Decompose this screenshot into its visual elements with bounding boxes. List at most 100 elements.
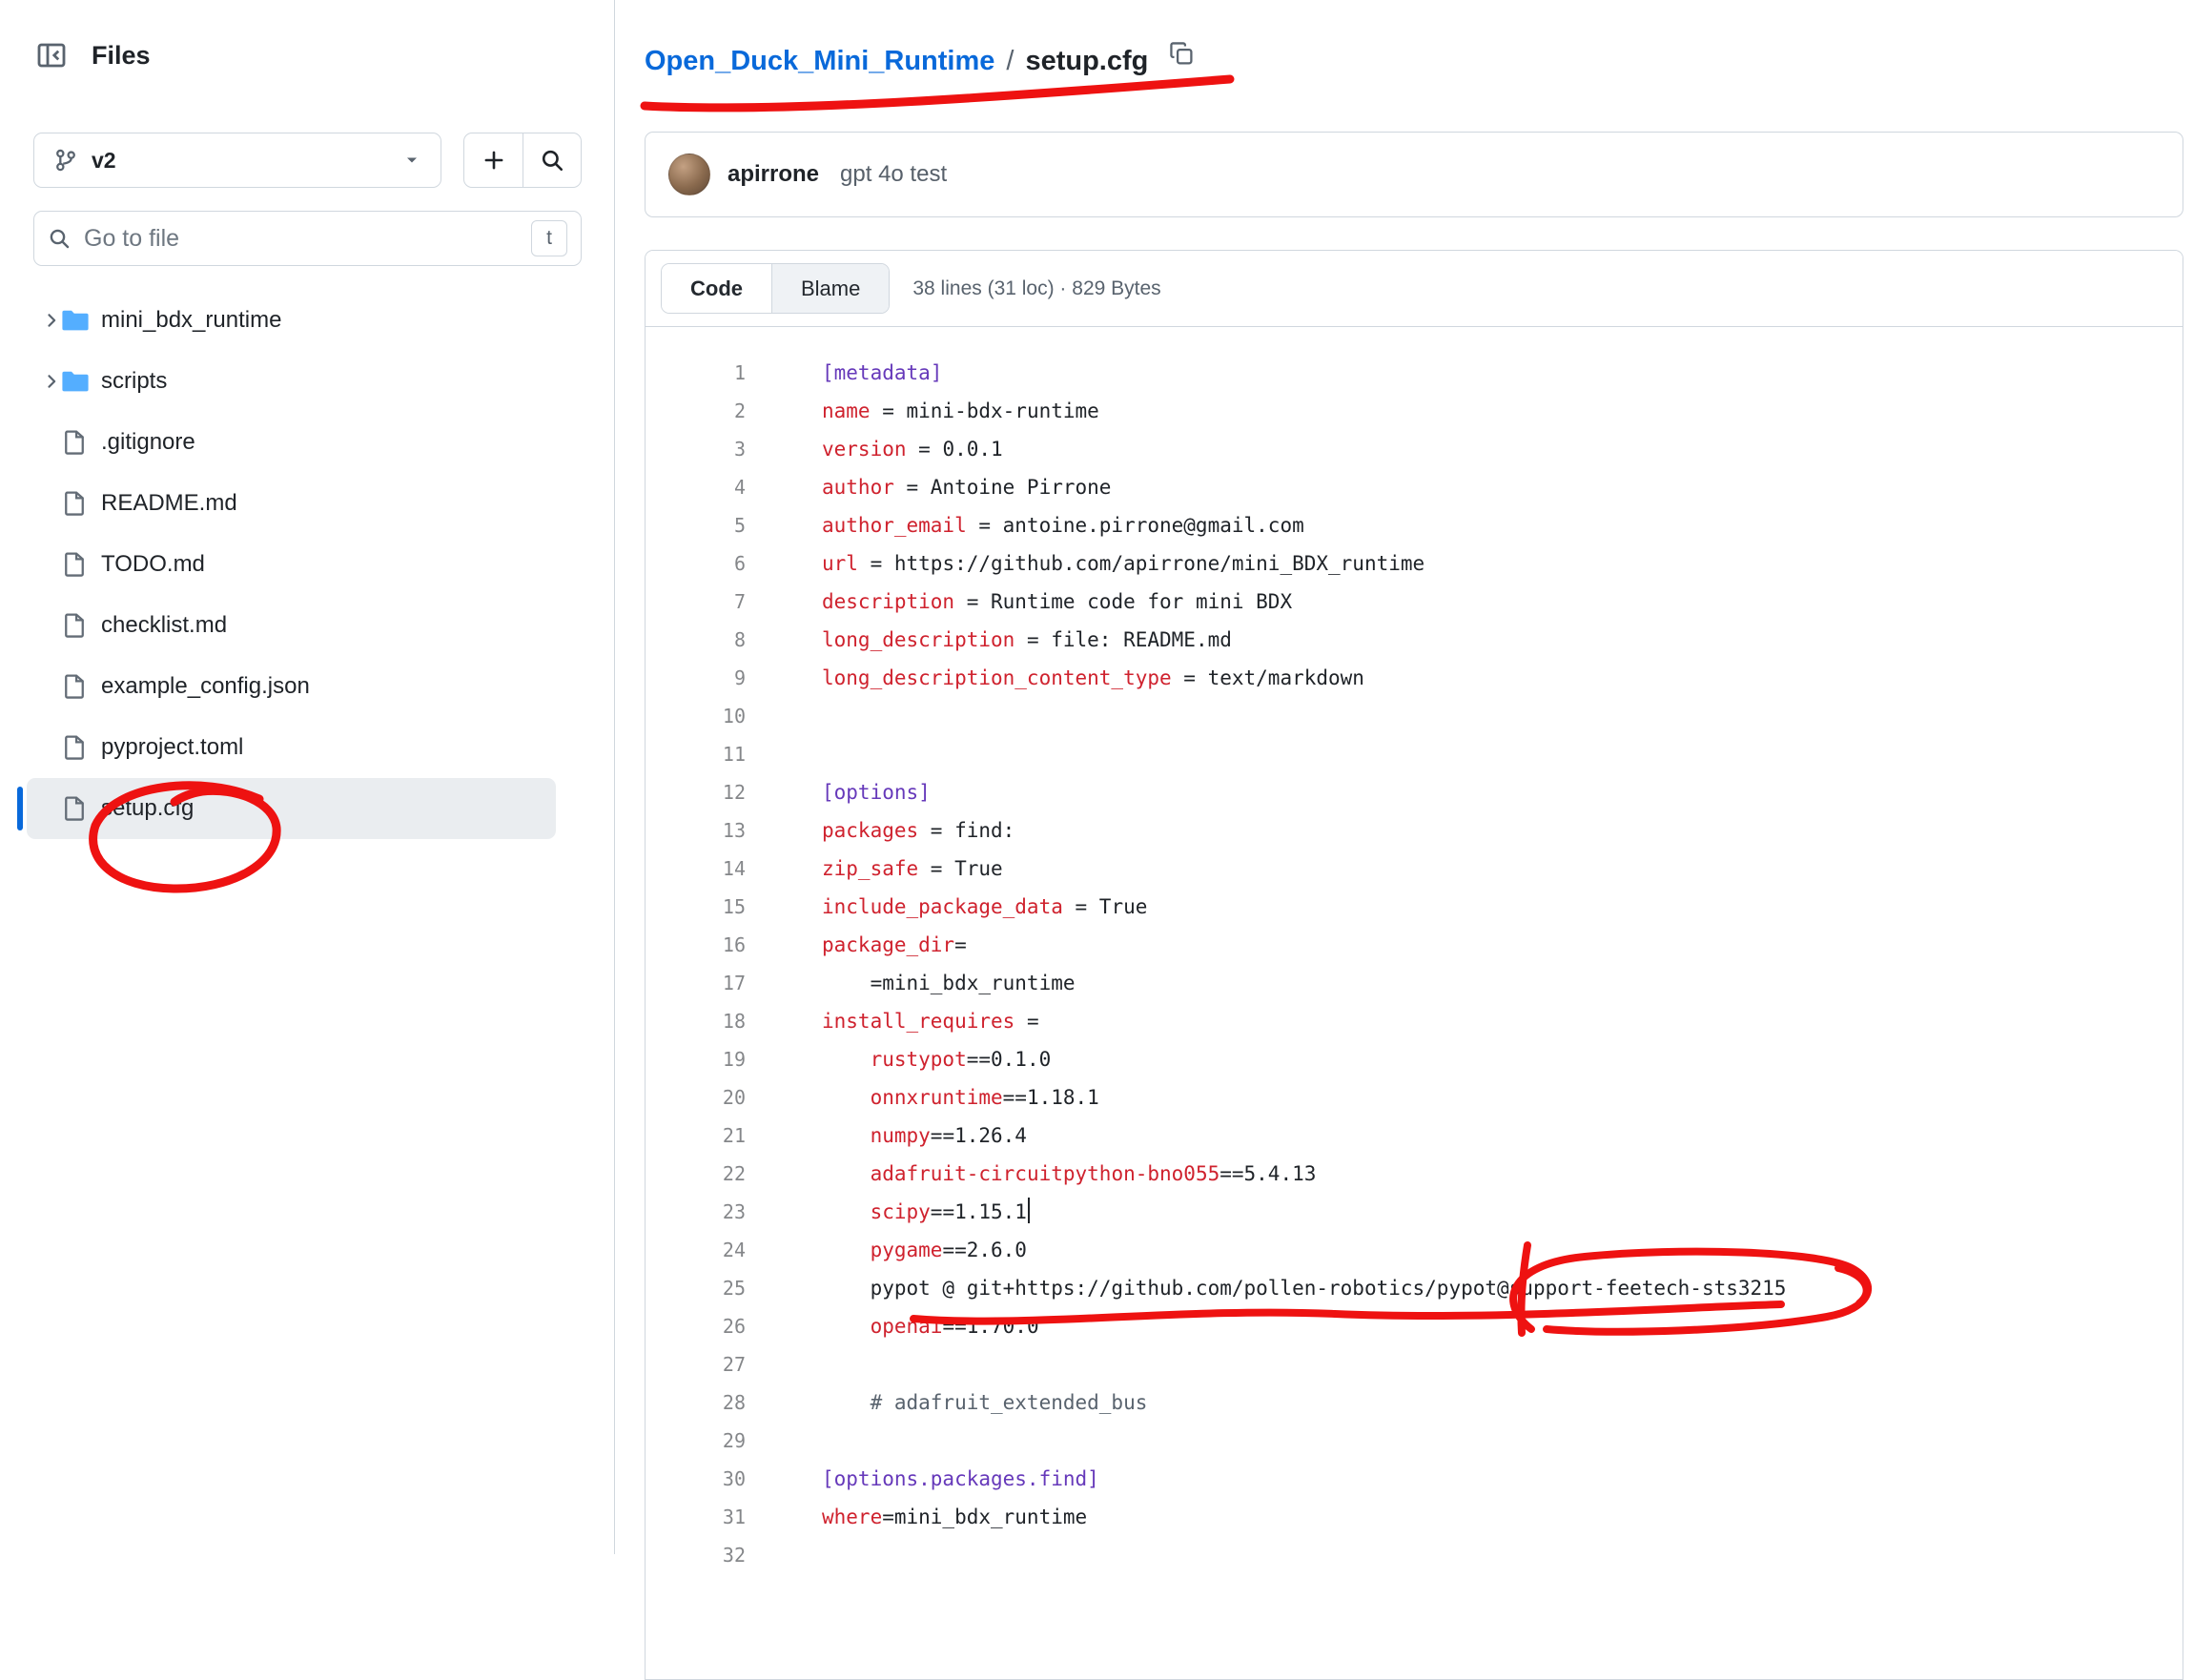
code-line-8: 8long_description = file: README.md [646,621,2183,659]
tree-item-label: setup.cfg [101,795,194,822]
code-line-25: 25 pypot @ git+https://github.com/pollen… [646,1269,2183,1307]
line-number[interactable]: 24 [646,1231,746,1269]
search-tree-button[interactable] [523,133,581,187]
line-number[interactable]: 4 [646,468,746,506]
line-content: openai==1.70.0 [746,1307,1039,1345]
line-number[interactable]: 18 [646,1002,746,1040]
tree-item-pyproject-toml[interactable]: pyproject.toml [27,717,556,778]
sidebar-header: Files [29,32,151,78]
commit-author[interactable]: apirrone [728,161,819,188]
line-number[interactable]: 5 [646,506,746,544]
avatar[interactable] [668,154,710,195]
tree-action-buttons [463,133,582,188]
line-number[interactable]: 8 [646,621,746,659]
latest-commit-bar: apirrone gpt 4o test [645,132,2183,217]
file-content-header: CodeBlame 38 lines (31 loc) · 829 Bytes [646,251,2183,327]
tree-item-scripts[interactable]: scripts [27,351,556,412]
line-number[interactable]: 29 [646,1422,746,1460]
line-number[interactable]: 9 [646,659,746,697]
line-content: pypot @ git+https://github.com/pollen-ro… [746,1269,1786,1307]
code-line-6: 6url = https://github.com/apirrone/mini_… [646,544,2183,583]
line-content: version = 0.0.1 [746,430,1003,468]
branch-name: v2 [92,148,116,174]
tree-item-label: .gitignore [101,429,195,456]
tree-item-label: README.md [101,490,237,517]
line-number[interactable]: 23 [646,1193,746,1231]
line-number[interactable]: 30 [646,1460,746,1498]
tree-item-readme-md[interactable]: README.md [27,473,556,534]
folder-icon [61,306,101,335]
line-number[interactable]: 1 [646,354,746,392]
branch-row: v2 [33,133,582,188]
go-to-file-box: t [33,211,582,266]
collapse-sidebar-button[interactable] [29,32,74,78]
line-number[interactable]: 27 [646,1345,746,1383]
line-number[interactable]: 22 [646,1155,746,1193]
file-icon [61,551,101,578]
code-line-7: 7description = Runtime code for mini BDX [646,583,2183,621]
tree-item-mini-bdx-runtime[interactable]: mini_bdx_runtime [27,290,556,351]
file-tree-sidebar: Files v2 [0,0,615,1554]
file-icon [61,734,101,761]
line-number[interactable]: 31 [646,1498,746,1536]
line-number[interactable]: 21 [646,1117,746,1155]
file-icon [61,429,101,456]
code-line-19: 19 rustypot==0.1.0 [646,1040,2183,1078]
line-content: zip_safe = True [746,850,1003,888]
copy-path-button[interactable] [1163,40,1199,67]
line-content: numpy==1.26.4 [746,1117,1027,1155]
go-to-file-input[interactable] [82,224,520,254]
new-file-button[interactable] [464,133,523,187]
line-content [746,1422,822,1460]
chevron-right-icon[interactable] [27,371,61,392]
line-number[interactable]: 19 [646,1040,746,1078]
tree-item-example-config-json[interactable]: example_config.json [27,656,556,717]
tree-item-todo-md[interactable]: TODO.md [27,534,556,595]
line-number[interactable]: 6 [646,544,746,583]
branch-selector[interactable]: v2 [33,133,441,188]
line-number[interactable]: 13 [646,811,746,850]
line-number[interactable]: 15 [646,888,746,926]
line-content: package_dir= [746,926,967,964]
code-blame-tabs: CodeBlame [661,263,890,314]
tree-item-checklist-md[interactable]: checklist.md [27,595,556,656]
line-number[interactable]: 26 [646,1307,746,1345]
active-file-indicator [17,787,23,830]
line-number[interactable]: 11 [646,735,746,773]
line-number[interactable]: 17 [646,964,746,1002]
line-content: =mini_bdx_runtime [746,964,1076,1002]
breadcrumb-file-name: setup.cfg [1025,46,1148,77]
breadcrumb-repo-link[interactable]: Open_Duck_Mini_Runtime [645,46,994,77]
line-number[interactable]: 25 [646,1269,746,1307]
line-number[interactable]: 10 [646,697,746,735]
line-number[interactable]: 20 [646,1078,746,1117]
line-content: name = mini-bdx-runtime [746,392,1099,430]
line-content: description = Runtime code for mini BDX [746,583,1292,621]
code-lines: 1[metadata]2name = mini-bdx-runtime3vers… [646,327,2183,1574]
line-number[interactable]: 3 [646,430,746,468]
line-number[interactable]: 16 [646,926,746,964]
chevron-down-icon [402,151,421,170]
line-number[interactable]: 7 [646,583,746,621]
line-content: scipy==1.15.1 [746,1193,1030,1231]
chevron-right-icon[interactable] [27,310,61,331]
code-line-27: 27 [646,1345,2183,1383]
tree-item-label: scripts [101,368,167,395]
line-number[interactable]: 2 [646,392,746,430]
tab-blame[interactable]: Blame [772,264,889,313]
commit-message[interactable]: gpt 4o test [840,161,947,188]
code-line-15: 15include_package_data = True [646,888,2183,926]
tree-item-setup-cfg[interactable]: setup.cfg [27,778,556,839]
code-line-28: 28 # adafruit_extended_bus [646,1383,2183,1422]
code-line-31: 31where=mini_bdx_runtime [646,1498,2183,1536]
code-line-21: 21 numpy==1.26.4 [646,1117,2183,1155]
line-number[interactable]: 14 [646,850,746,888]
line-number[interactable]: 32 [646,1536,746,1574]
line-number[interactable]: 12 [646,773,746,811]
search-icon [540,148,564,173]
code-line-11: 11 [646,735,2183,773]
line-content: author_email = antoine.pirrone@gmail.com [746,506,1304,544]
tab-code[interactable]: Code [662,264,772,313]
tree-item--gitignore[interactable]: .gitignore [27,412,556,473]
line-number[interactable]: 28 [646,1383,746,1422]
